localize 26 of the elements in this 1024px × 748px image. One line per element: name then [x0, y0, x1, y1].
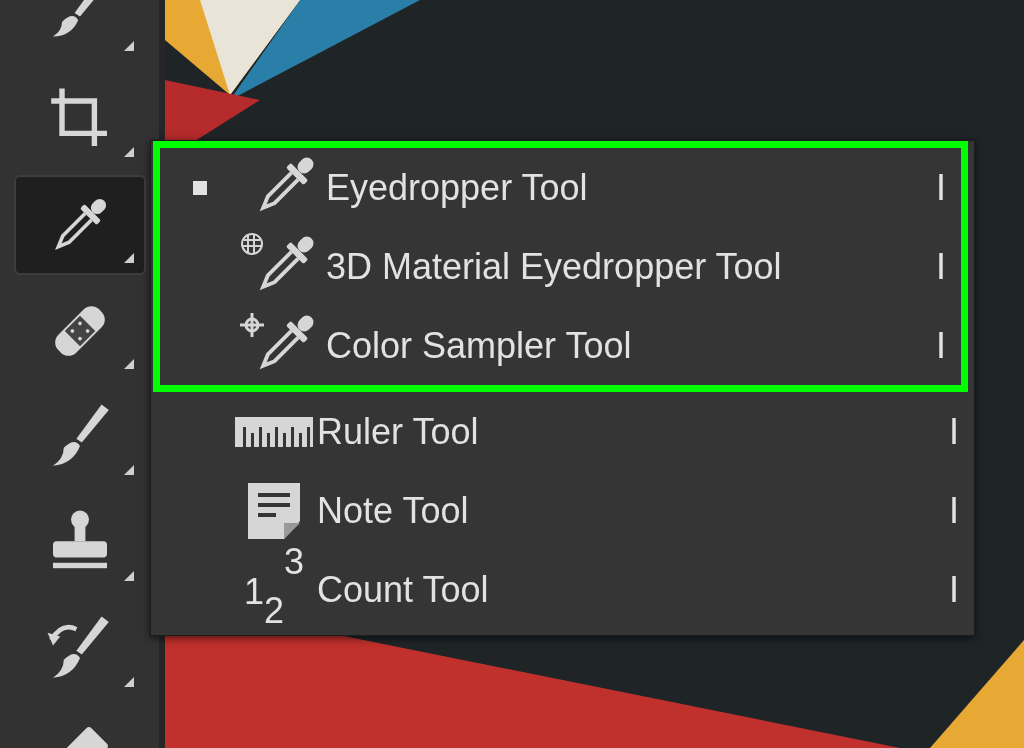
menu-item-label: Eyedropper Tool — [326, 165, 589, 210]
corner-triangle-icon — [124, 571, 134, 581]
corner-triangle-icon — [124, 677, 134, 687]
menu-item[interactable]: Ruler Tool I — [151, 392, 974, 471]
corner-triangle-icon — [124, 147, 134, 157]
shortcut-key: I — [934, 404, 974, 459]
shortcut-key: I — [921, 160, 961, 215]
menu-item-label: Note Tool — [317, 488, 470, 533]
shortcut-key: I — [921, 318, 961, 373]
tool-button[interactable] — [14, 175, 146, 275]
menu-item[interactable]: 3D Material Eyedropper Tool I — [160, 227, 961, 306]
corner-triangle-icon — [124, 41, 134, 51]
corner-triangle-icon — [124, 465, 134, 475]
menu-item[interactable]: Eyedropper Tool I — [160, 148, 961, 227]
shortcut-key: I — [934, 483, 974, 538]
menu-item-label: Count Tool — [317, 567, 490, 612]
menu-item-label: Ruler Tool — [317, 409, 480, 454]
shortcut-key: I — [921, 239, 961, 294]
corner-triangle-icon — [124, 359, 134, 369]
shortcut-key: I — [934, 562, 974, 617]
menu-item[interactable]: Color Sampler Tool I — [160, 306, 961, 385]
ruler-icon — [235, 416, 313, 447]
menu-item-label: 3D Material Eyedropper Tool — [326, 244, 783, 289]
corner-triangle-icon — [124, 253, 134, 263]
menu-item-label: Color Sampler Tool — [326, 323, 633, 368]
note-icon — [246, 480, 302, 541]
